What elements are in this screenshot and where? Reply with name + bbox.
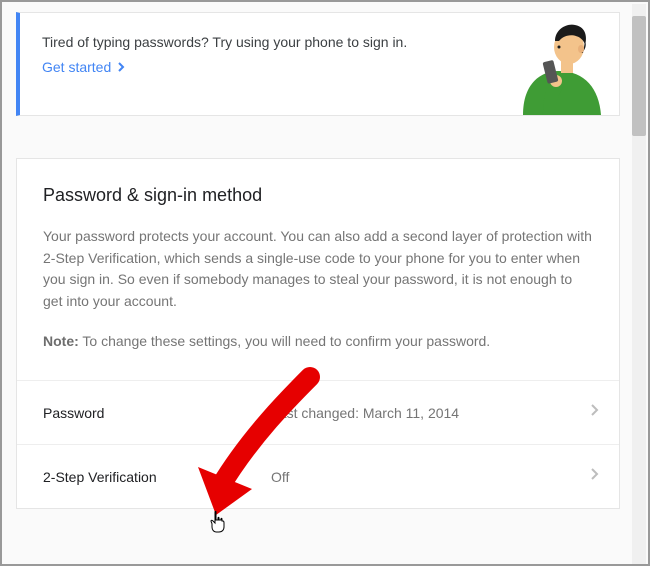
note-label: Note: bbox=[43, 333, 79, 349]
password-row-value: Last changed: March 11, 2014 bbox=[271, 405, 589, 421]
scrollbar-thumb[interactable] bbox=[632, 16, 646, 136]
signin-title: Password & sign-in method bbox=[43, 185, 593, 206]
signin-header: Password & sign-in method Your password … bbox=[17, 159, 619, 352]
phone-signin-promo-card: Tired of typing passwords? Try using you… bbox=[16, 12, 620, 116]
get-started-label: Get started bbox=[42, 59, 111, 75]
chevron-right-icon bbox=[117, 59, 126, 75]
signin-description: Your password protects your account. You… bbox=[43, 226, 593, 313]
password-signin-card: Password & sign-in method Your password … bbox=[16, 158, 620, 509]
person-phone-illustration bbox=[505, 23, 613, 115]
get-started-link[interactable]: Get started bbox=[42, 59, 126, 75]
chevron-right-icon bbox=[589, 403, 599, 422]
two-step-verification-row[interactable]: 2-Step Verification Off bbox=[17, 444, 619, 508]
password-row-label: Password bbox=[43, 405, 271, 421]
signin-note: Note: To change these settings, you will… bbox=[43, 331, 593, 353]
pointer-cursor-icon bbox=[208, 510, 228, 539]
chevron-right-icon bbox=[589, 467, 599, 486]
two-step-row-label: 2-Step Verification bbox=[43, 469, 271, 485]
password-row[interactable]: Password Last changed: March 11, 2014 bbox=[17, 380, 619, 444]
two-step-row-value: Off bbox=[271, 469, 589, 485]
page-frame: Tired of typing passwords? Try using you… bbox=[0, 0, 650, 566]
note-text: To change these settings, you will need … bbox=[79, 333, 490, 349]
